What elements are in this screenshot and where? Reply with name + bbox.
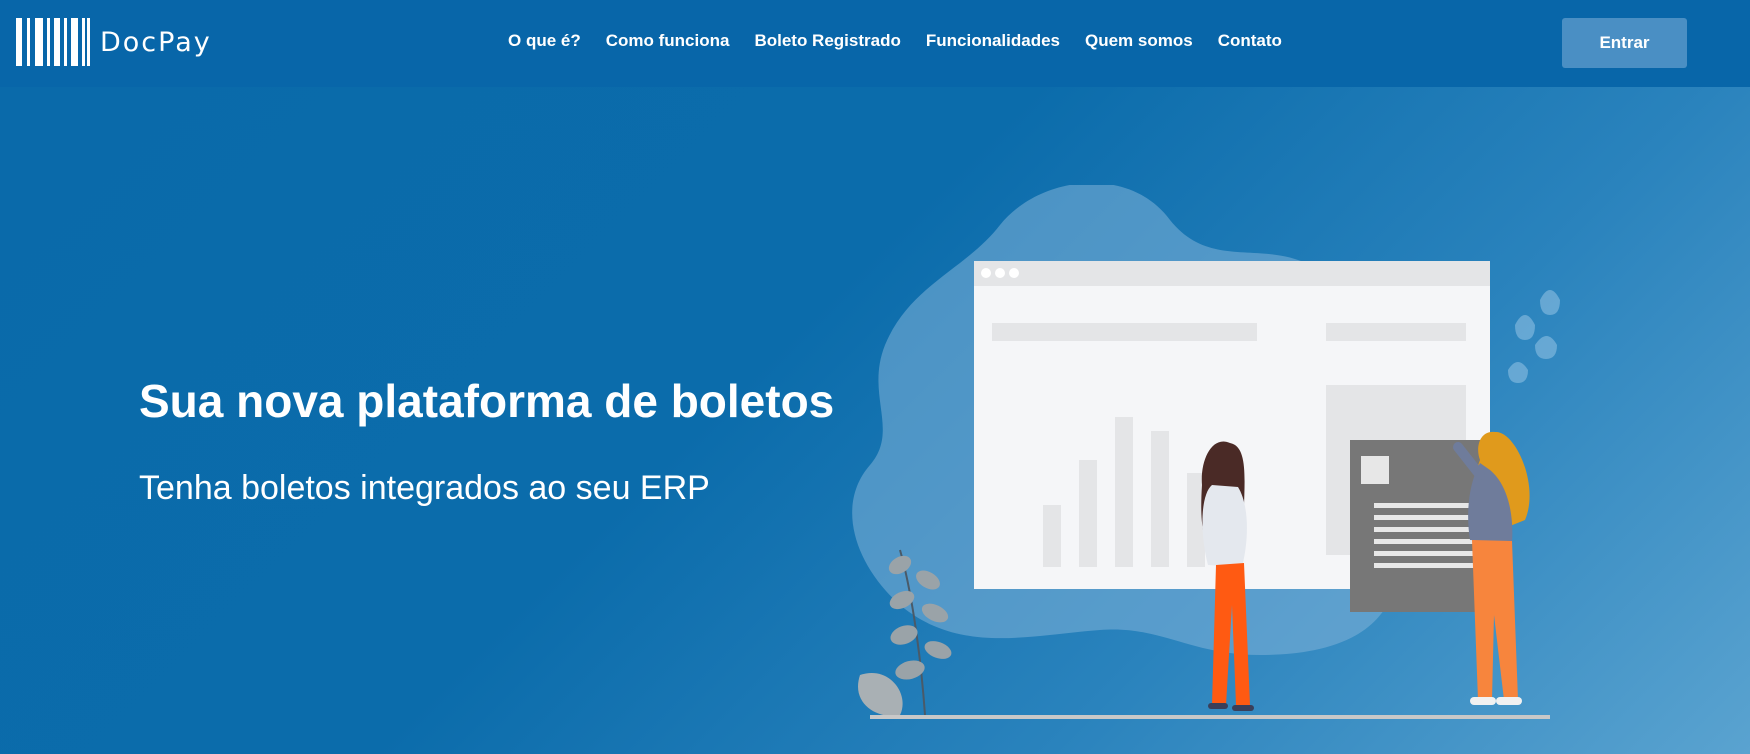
hero-title: Sua nova plataforma de boletos <box>139 375 835 427</box>
site-header: DocPay O que é? Como funciona Boleto Reg… <box>0 0 1750 87</box>
nav-item-boleto-registrado[interactable]: Boleto Registrado <box>754 31 900 51</box>
ground-line <box>870 715 1550 719</box>
main-nav: O que é? Como funciona Boleto Registrado… <box>508 31 1307 51</box>
hero-illustration <box>852 185 1560 719</box>
nav-item-como-funciona[interactable]: Como funciona <box>606 31 730 51</box>
hero-subtitle: Tenha boletos integrados ao seu ERP <box>139 469 710 507</box>
nav-item-funcionalidades[interactable]: Funcionalidades <box>926 31 1060 51</box>
brand-logo[interactable]: DocPay <box>16 18 212 66</box>
nav-item-o-que-e[interactable]: O que é? <box>508 31 581 51</box>
nav-item-quem-somos[interactable]: Quem somos <box>1085 31 1193 51</box>
nav-item-contato[interactable]: Contato <box>1218 31 1282 51</box>
decorative-drops <box>1508 290 1560 383</box>
barcode-icon <box>16 18 90 66</box>
brand-name: DocPay <box>100 26 212 58</box>
login-button[interactable]: Entrar <box>1562 18 1687 68</box>
